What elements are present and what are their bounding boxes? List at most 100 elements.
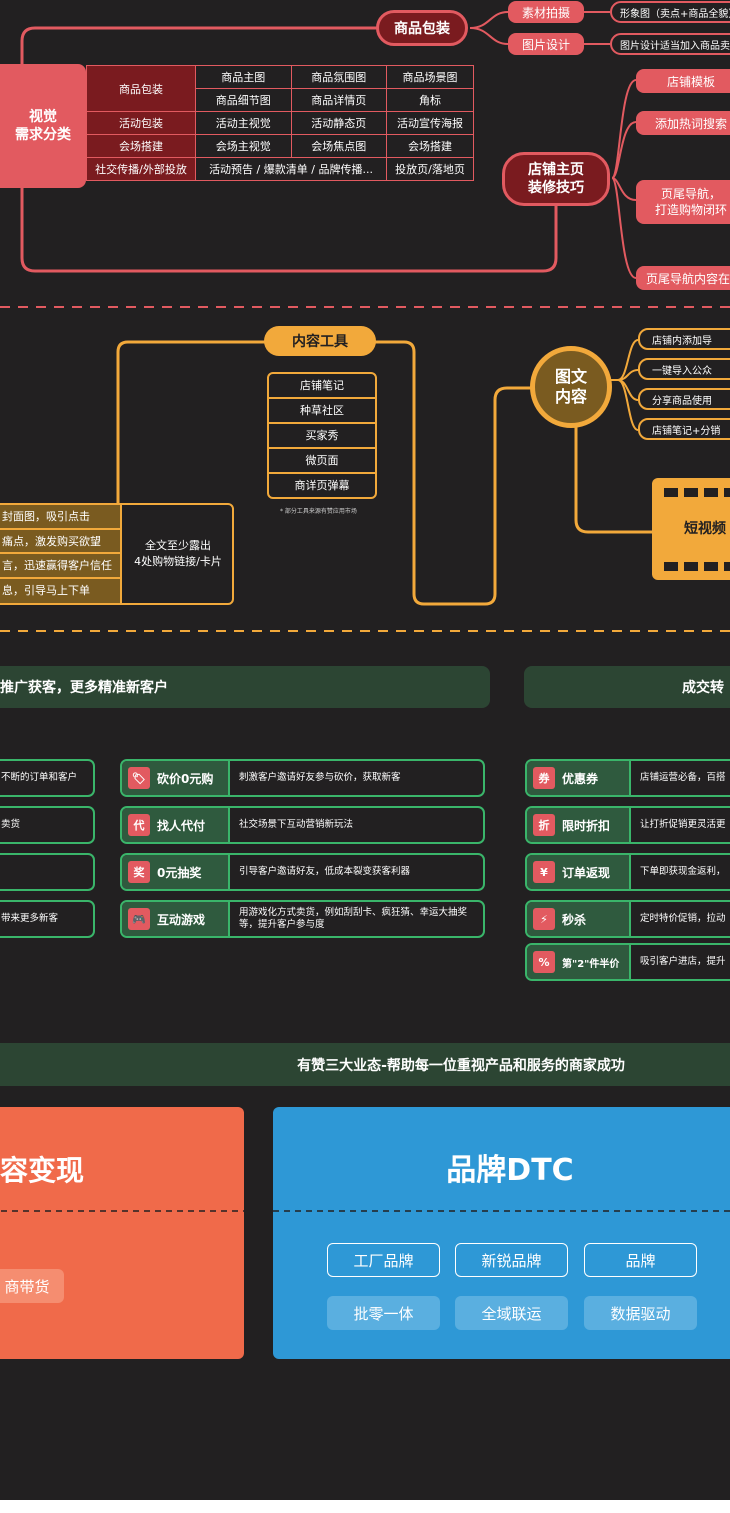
table-cell: 活动预告 / 爆款清单 / 品牌传播... (194, 157, 388, 181)
shop-item-3: 页尾导航， 打造购物闭环 (636, 180, 730, 224)
left-card-divider (0, 1210, 244, 1212)
promo-title: 互动游戏 (157, 912, 206, 927)
table-cell: 会场焦点图 (290, 134, 388, 158)
clock-icon: 折 (533, 814, 555, 836)
promo-desc: 用游戏化方式卖货，例如刮刮卡、疯狂猜、幸运大抽奖 等，提升客户参与度 (239, 907, 468, 930)
dtc-divider (273, 1210, 730, 1212)
pkg-child-1: 素材拍摄 (508, 1, 584, 23)
table-cell: 商品场景图 (386, 65, 474, 89)
left-card-desc: 带来更多新客 (1, 913, 59, 924)
tuwen-item: 店铺内添加导 (638, 328, 730, 350)
pkg-note-2: 图片设计适当加入商品卖点 (610, 33, 730, 55)
deal-desc: 下单即获现金返利， (640, 866, 726, 877)
left-content-box: 封面图，吸引点击 痛点，激发购买欲望 言，迅速赢得客户信任 息，引导马上下单 全… (0, 503, 234, 605)
tuwen-item: 店铺笔记+分销 (638, 418, 730, 440)
promo-card: 代找人代付 社交场景下互动营销新玩法 (120, 806, 485, 844)
table-cell: 商品详情页 (290, 88, 388, 112)
deal-desc: 吸引客户进店，提升 (640, 956, 726, 967)
left-card: 不断的订单和客户 (0, 759, 95, 797)
left-card (0, 853, 95, 891)
tuwen-node: 图文 内容 (530, 346, 612, 428)
deal-title: 优惠券 (562, 771, 599, 786)
deal-desc: 店铺运营必备，百搭 (640, 772, 726, 783)
promo-title: 找人代付 (157, 818, 206, 833)
left-item: 言，迅速赢得客户信任 (0, 554, 120, 579)
tag-icon: 🏷 (128, 767, 150, 789)
dtc-tag[interactable]: 全域联运 (455, 1296, 568, 1330)
tuwen-item: 分享商品使用 (638, 388, 730, 410)
video-label: 短视频 (684, 521, 726, 537)
deal-card: % 第"2"件半价 吸引客户进店，提升 (525, 943, 730, 981)
left-business-card: 容变现 商带货 (0, 1107, 244, 1359)
tool-item: 店铺笔记 (269, 374, 375, 399)
dtc-tag[interactable]: 工厂品牌 (327, 1243, 440, 1277)
deal-desc: 定时特价促销，拉动 (640, 913, 726, 924)
percent-icon: % (533, 951, 555, 973)
promo-title: 砍价0元购 (157, 771, 214, 786)
dtc-card: 品牌DTC 工厂品牌 新锐品牌 品牌 批零一体 全域联运 数据驱动 (273, 1107, 730, 1359)
left-item: 痛点，激发购买欲望 (0, 529, 120, 554)
left-item: 封面图，吸引点击 (0, 505, 120, 530)
lightning-icon: ⚡ (533, 908, 555, 930)
promo-title: 0元抽奖 (157, 865, 202, 880)
table-cell: 商品细节图 (195, 88, 292, 112)
coupon-icon: 券 (533, 767, 555, 789)
table-row-label: 活动包装 (86, 111, 196, 135)
infographic: 商品包装 素材拍摄 图片设计 形象图（卖点+商品全貌） 图片设计适当加入商品卖点… (0, 0, 730, 1500)
money-bag-icon: ¥ (533, 861, 555, 883)
table-cell: 投放页/落地页 (386, 157, 474, 181)
tools-list: 店铺笔记 种草社区 买家秀 微页面 商详页弹幕 (267, 372, 377, 499)
divider-orange (0, 630, 730, 632)
promo-desc: 社交场景下互动营销新玩法 (239, 819, 354, 830)
table-row-label: 商品包装 (86, 65, 196, 112)
film-icon: 短视频 (652, 478, 730, 580)
promo-desc: 引导客户邀请好友，低成本裂变获客利器 (239, 866, 411, 877)
deal-title: 第"2"件半价 (562, 958, 620, 970)
left-items: 封面图，吸引点击 痛点，激发购买欲望 言，迅速赢得客户信任 息，引导马上下单 (0, 505, 120, 603)
deal-card: ⚡ 秒杀 定时特价促销，拉动 (525, 900, 730, 938)
left-item: 息，引导马上下单 (0, 578, 120, 603)
divider-pink (0, 306, 730, 308)
promo-card: 🎮 互动游戏 用游戏化方式卖货，例如刮刮卡、疯狂猜、幸运大抽奖 等，提升客户参与度 (120, 900, 485, 938)
shop-item-2: 添加热词搜索 (636, 111, 730, 135)
pkg-child-2: 图片设计 (508, 33, 584, 55)
prize-icon: 奖 (128, 861, 150, 883)
proxy-pay-icon: 代 (128, 814, 150, 836)
shop-item-1: 店铺模板 (636, 69, 730, 93)
business-banner: 有赞三大业态-帮助每一位重视产品和服务的商家成功 (0, 1043, 730, 1086)
tool-item: 商详页弹幕 (294, 479, 350, 492)
left-business-tag[interactable]: 商带货 (0, 1269, 64, 1303)
tool-item: 种草社区 (269, 399, 375, 424)
visual-side-label: 视觉 需求分类 (0, 64, 86, 188)
left-card-desc: 不断的订单和客户 (1, 772, 78, 783)
dtc-tag[interactable]: 批零一体 (327, 1296, 440, 1330)
dtc-tag[interactable]: 品牌 (584, 1243, 697, 1277)
dtc-tag[interactable]: 新锐品牌 (455, 1243, 568, 1277)
deal-title: 秒杀 (562, 912, 587, 927)
left-card-desc: 卖货 (1, 819, 21, 830)
deal-title: 订单返现 (562, 865, 611, 880)
growth-band-left: 推广获客，更多精准新客户 (0, 666, 490, 708)
pkg-node: 商品包装 (376, 10, 468, 46)
tools-title: 内容工具 (264, 326, 376, 356)
left-card: 卖货 (0, 806, 95, 844)
table-cell: 活动宣传海报 (386, 111, 474, 135)
visual-table: 商品包装 商品主图 商品氛围图 商品场景图 商品细节图 商品详情页 角标 活动包… (86, 65, 474, 181)
tuwen-item: 一键导入公众 (638, 358, 730, 380)
shop-node: 店铺主页 装修技巧 (502, 152, 610, 206)
deal-card: ¥ 订单返现 下单即获现金返利， (525, 853, 730, 891)
table-cell: 活动主视觉 (195, 111, 292, 135)
table-cell: 活动静态页 (290, 111, 388, 135)
left-business-title: 容变现 (0, 1154, 85, 1187)
table-row-label: 会场搭建 (86, 134, 196, 158)
table-cell: 商品氛围图 (290, 65, 388, 89)
dtc-title: 品牌DTC (446, 1153, 574, 1188)
table-cell: 会场主视觉 (195, 134, 292, 158)
deal-card: 折限时折扣 让打折促销更灵活更 (525, 806, 730, 844)
deal-title: 限时折扣 (562, 818, 611, 833)
dtc-tag[interactable]: 数据驱动 (584, 1296, 697, 1330)
tool-item: 买家秀 (269, 424, 375, 449)
promo-card: 奖 0元抽奖 引导客户邀请好友，低成本裂变获客利器 (120, 853, 485, 891)
gamepad-icon: 🎮 (128, 908, 150, 930)
tool-item: 微页面 (269, 449, 375, 474)
